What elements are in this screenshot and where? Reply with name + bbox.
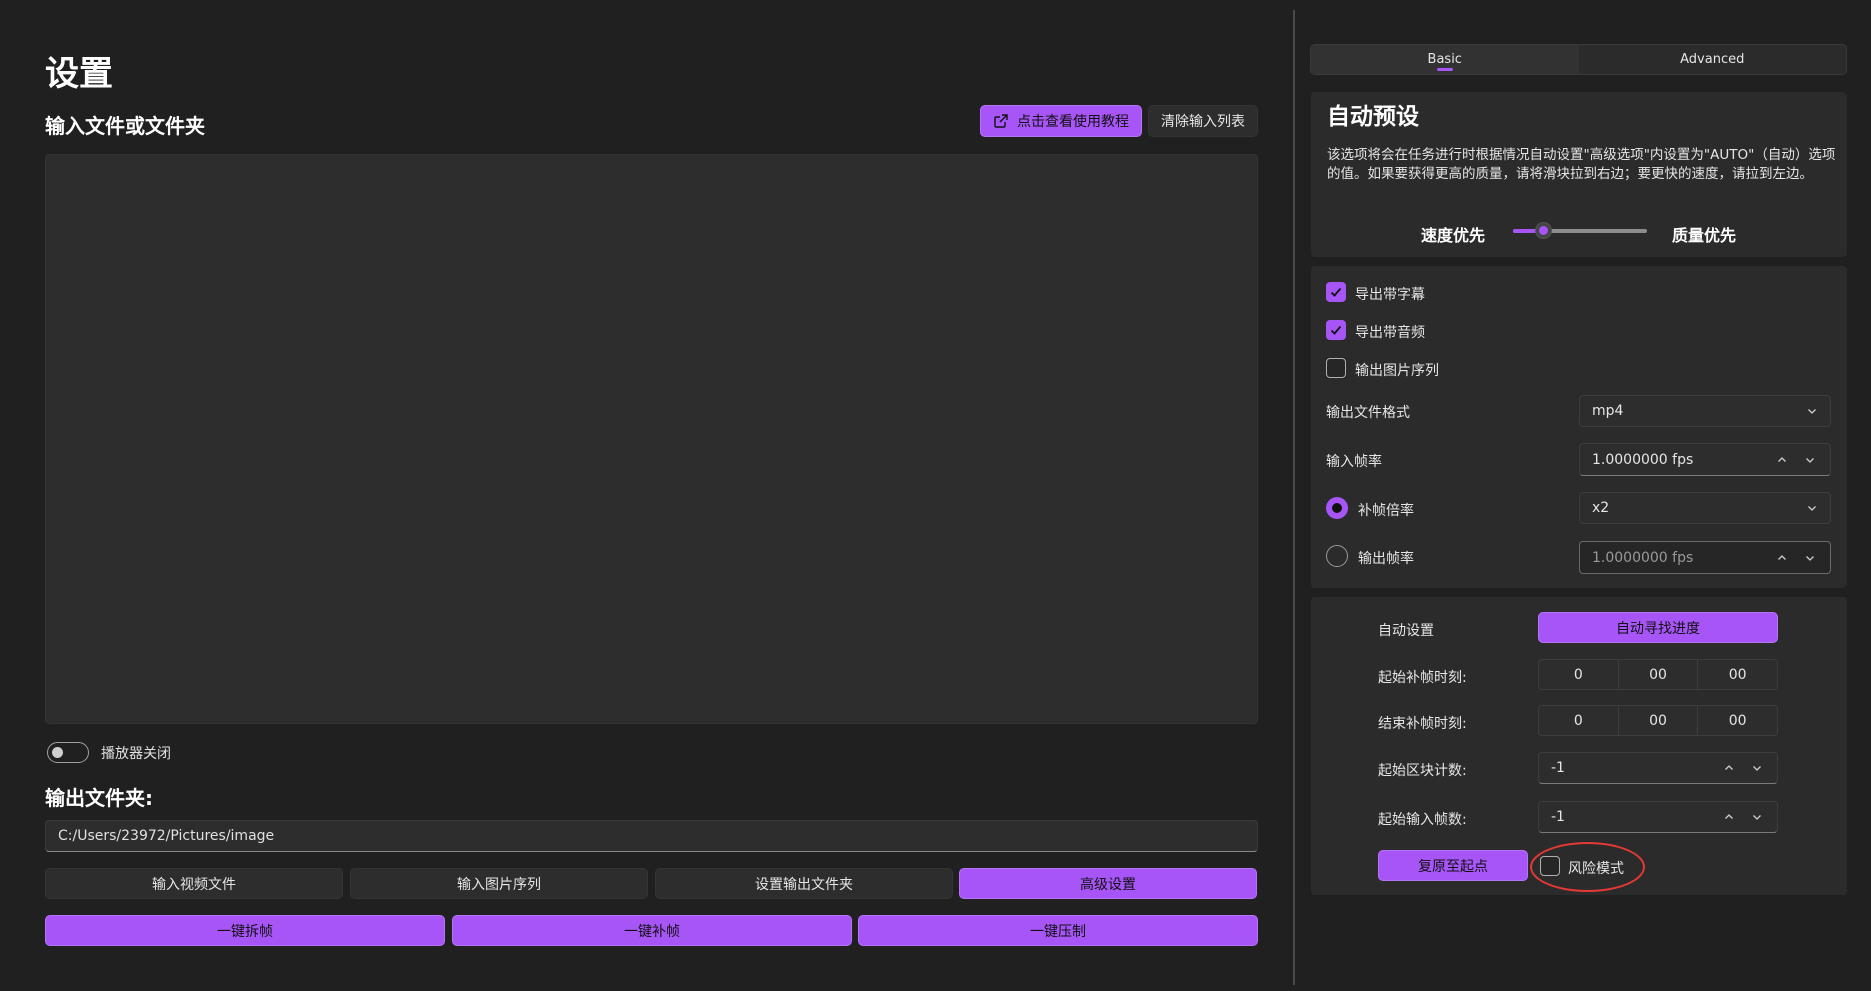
player-toggle-label: 播放器关闭 (101, 746, 171, 762)
tutorial-button[interactable]: 点击查看使用教程 (980, 105, 1142, 137)
start-frame-label: 起始输入帧数: (1378, 812, 1467, 828)
external-link-icon (993, 113, 1009, 129)
end-time-seconds[interactable]: 00 (1698, 706, 1777, 735)
export-image-sequence-checkbox[interactable] (1326, 358, 1346, 378)
output-section-title: 输出文件夹: (45, 786, 153, 810)
output-format-select[interactable]: mp4 (1579, 395, 1831, 427)
one-click-split-button[interactable]: 一键拆帧 (45, 915, 445, 946)
panel-divider (1293, 10, 1295, 985)
output-fps-label: 输出帧率 (1358, 551, 1414, 567)
tutorial-button-label: 点击查看使用教程 (1017, 114, 1129, 130)
decrement-icon[interactable] (1800, 548, 1820, 568)
increment-icon[interactable] (1719, 807, 1739, 827)
reset-to-start-button[interactable]: 复原至起点 (1378, 850, 1528, 881)
export-subtitles-checkbox[interactable] (1326, 282, 1346, 302)
page-title: 设置 (45, 54, 113, 94)
one-click-render-button[interactable]: 一键压制 (858, 915, 1258, 946)
set-output-folder-button[interactable]: 设置输出文件夹 (655, 868, 953, 899)
start-time-minutes[interactable]: 00 (1619, 660, 1699, 689)
input-image-sequence-button[interactable]: 输入图片序列 (350, 868, 648, 899)
tab-advanced[interactable]: Advanced (1579, 45, 1847, 74)
output-options-card (1311, 266, 1847, 588)
checkmark-icon (1330, 325, 1342, 335)
input-file-drop-area[interactable] (45, 154, 1258, 724)
end-time-hours[interactable]: 0 (1539, 706, 1619, 735)
start-time-hours[interactable]: 0 (1539, 660, 1619, 689)
player-toggle[interactable] (47, 742, 89, 763)
export-audio-checkbox[interactable] (1326, 320, 1346, 340)
start-chunk-value: -1 (1551, 760, 1565, 776)
input-section-title: 输入文件或文件夹 (45, 114, 205, 138)
output-format-label: 输出文件格式 (1326, 405, 1410, 421)
export-image-sequence-label: 输出图片序列 (1355, 363, 1439, 379)
quality-priority-label: 质量优先 (1672, 226, 1737, 245)
start-frame-value: -1 (1551, 809, 1565, 825)
auto-preset-description: 该选项将会在任务进行时根据情况自动设置"高级选项"内设置为"AUTO"（自动）选… (1327, 147, 1836, 182)
end-time-minutes[interactable]: 00 (1619, 706, 1699, 735)
increment-icon[interactable] (1772, 548, 1792, 568)
interp-ratio-select[interactable]: x2 (1579, 492, 1831, 524)
chevron-down-icon (1808, 506, 1816, 511)
auto-preset-title: 自动预设 (1327, 104, 1419, 130)
interp-ratio-radio[interactable] (1326, 497, 1348, 519)
preset-slider-thumb[interactable] (1535, 222, 1552, 239)
auto-setting-label: 自动设置 (1378, 623, 1434, 639)
start-time-label: 起始补帧时刻: (1378, 670, 1467, 686)
input-fps-label: 输入帧率 (1326, 454, 1382, 470)
increment-icon[interactable] (1719, 758, 1739, 778)
advanced-settings-button[interactable]: 高级设置 (959, 868, 1257, 899)
output-fps-radio[interactable] (1326, 545, 1348, 567)
export-subtitles-label: 导出带字幕 (1355, 287, 1425, 303)
increment-icon[interactable] (1772, 450, 1792, 470)
end-time-input[interactable]: 0 00 00 (1538, 705, 1778, 736)
start-frame-spinbox[interactable]: -1 (1538, 801, 1778, 833)
end-time-label: 结束补帧时刻: (1378, 716, 1467, 732)
output-fps-spinbox[interactable]: 1.0000000 fps (1579, 541, 1831, 574)
tab-basic[interactable]: Basic (1311, 45, 1579, 74)
settings-tabs: Basic Advanced (1310, 44, 1847, 75)
clear-input-list-button[interactable]: 清除输入列表 (1148, 105, 1258, 137)
output-fps-value: 1.0000000 fps (1592, 549, 1694, 566)
start-chunk-spinbox[interactable]: -1 (1538, 752, 1778, 784)
export-audio-label: 导出带音频 (1355, 325, 1425, 341)
auto-find-progress-button[interactable]: 自动寻找进度 (1538, 612, 1778, 643)
checkmark-icon (1330, 287, 1342, 297)
risk-mode-highlight-annotation (1530, 842, 1645, 892)
start-time-seconds[interactable]: 00 (1698, 660, 1777, 689)
decrement-icon[interactable] (1747, 758, 1767, 778)
start-time-input[interactable]: 0 00 00 (1538, 659, 1778, 690)
interp-ratio-label: 补帧倍率 (1358, 503, 1414, 519)
input-video-button[interactable]: 输入视频文件 (45, 868, 343, 899)
one-click-interpolate-button[interactable]: 一键补帧 (452, 915, 852, 946)
output-format-value: mp4 (1592, 403, 1624, 419)
decrement-icon[interactable] (1800, 450, 1820, 470)
output-path-input[interactable]: C:/Users/23972/Pictures/image (45, 820, 1258, 852)
speed-priority-label: 速度优先 (1421, 226, 1486, 245)
input-fps-spinbox[interactable]: 1.0000000 fps (1579, 443, 1831, 476)
input-fps-value: 1.0000000 fps (1592, 451, 1694, 468)
start-chunk-label: 起始区块计数: (1378, 763, 1467, 779)
interp-ratio-value: x2 (1592, 500, 1610, 516)
chevron-down-icon (1808, 409, 1816, 414)
decrement-icon[interactable] (1747, 807, 1767, 827)
